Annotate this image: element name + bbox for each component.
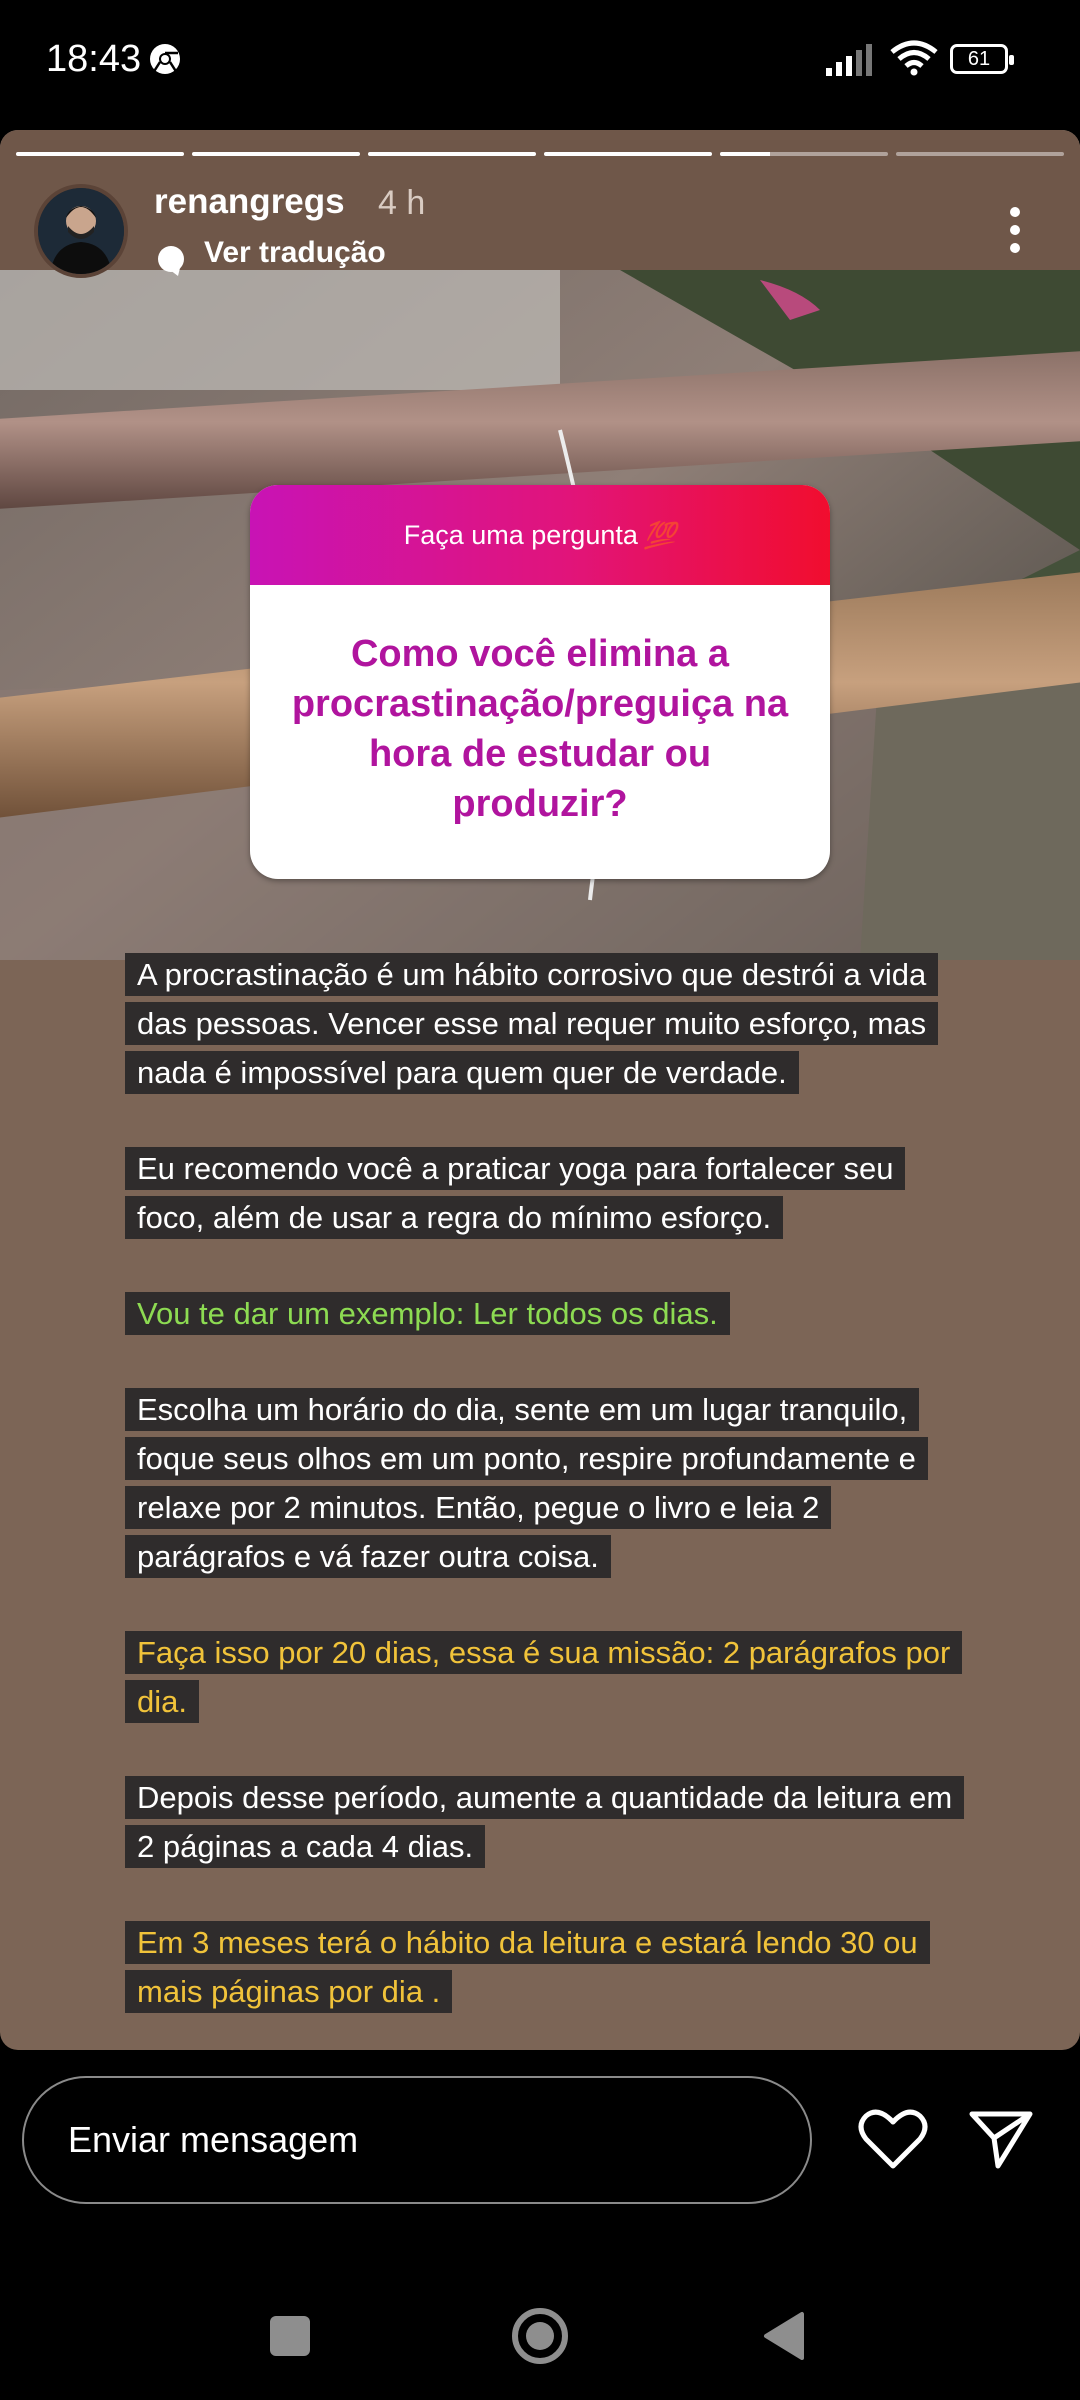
reply-bar: Enviar mensagem — [0, 2050, 1080, 2250]
progress-segment — [16, 152, 184, 156]
username-link[interactable]: renangregs — [154, 182, 345, 222]
progress-segment — [544, 152, 712, 156]
send-icon[interactable] — [968, 2108, 1034, 2170]
question-sticker-title: Faça uma pergunta — [403, 520, 638, 550]
hundred-points-emoji: 💯 — [643, 520, 677, 550]
progress-segment — [192, 152, 360, 156]
battery-icon: 61 — [950, 44, 1014, 74]
text-paragraph: Escolha um horário do dia, sente em um l… — [125, 1385, 955, 1581]
status-bar: 18:43 61 — [0, 0, 1080, 120]
translate-icon — [158, 246, 184, 276]
question-sticker-header: Faça uma pergunta 💯 — [250, 485, 830, 585]
more-icon[interactable] — [1000, 200, 1030, 260]
text-paragraph: Em 3 meses terá o hábito da leitura e es… — [125, 1918, 955, 2016]
story-text-overlay: A procrastinação é um hábito corrosivo q… — [125, 950, 965, 2050]
story-header: renangregs 4 h Ver tradução — [0, 130, 1080, 278]
see-translation-link[interactable]: Ver tradução — [204, 236, 386, 270]
back-icon[interactable] — [760, 2310, 806, 2362]
text-paragraph: Vou te dar um exemplo: Ler todos os dias… — [125, 1289, 955, 1338]
progress-segment — [896, 152, 1064, 156]
home-icon[interactable] — [508, 2304, 572, 2368]
question-text: Como você elimina a procrastinação/pregu… — [291, 633, 789, 825]
text-paragraph: Eu recomendo você a praticar yoga para f… — [125, 1144, 955, 1242]
recent-apps-icon[interactable] — [270, 2316, 310, 2356]
text-paragraph: A procrastinação é um hábito corrosivo q… — [125, 950, 955, 1097]
story-progress-bar — [16, 152, 1064, 156]
question-sticker[interactable]: Faça uma pergunta 💯 Como você elimina a p… — [250, 485, 830, 879]
progress-segment — [368, 152, 536, 156]
system-nav-bar — [0, 2250, 1080, 2400]
post-time: 4 h — [378, 184, 426, 222]
progress-segment — [720, 152, 888, 156]
story-viewer[interactable]: renangregs 4 h Ver tradução Faça uma per… — [0, 130, 1080, 2050]
wifi-icon — [890, 40, 938, 76]
avatar[interactable] — [34, 184, 128, 278]
status-time: 18:43 — [46, 38, 142, 80]
heart-icon[interactable] — [858, 2108, 928, 2170]
chrome-icon — [150, 44, 180, 74]
text-paragraph: Depois desse período, aumente a quantida… — [125, 1773, 965, 1871]
signal-icon — [826, 44, 872, 76]
text-paragraph: Faça isso por 20 dias, essa é sua missão… — [125, 1628, 963, 1726]
send-message-input[interactable]: Enviar mensagem — [22, 2076, 812, 2204]
